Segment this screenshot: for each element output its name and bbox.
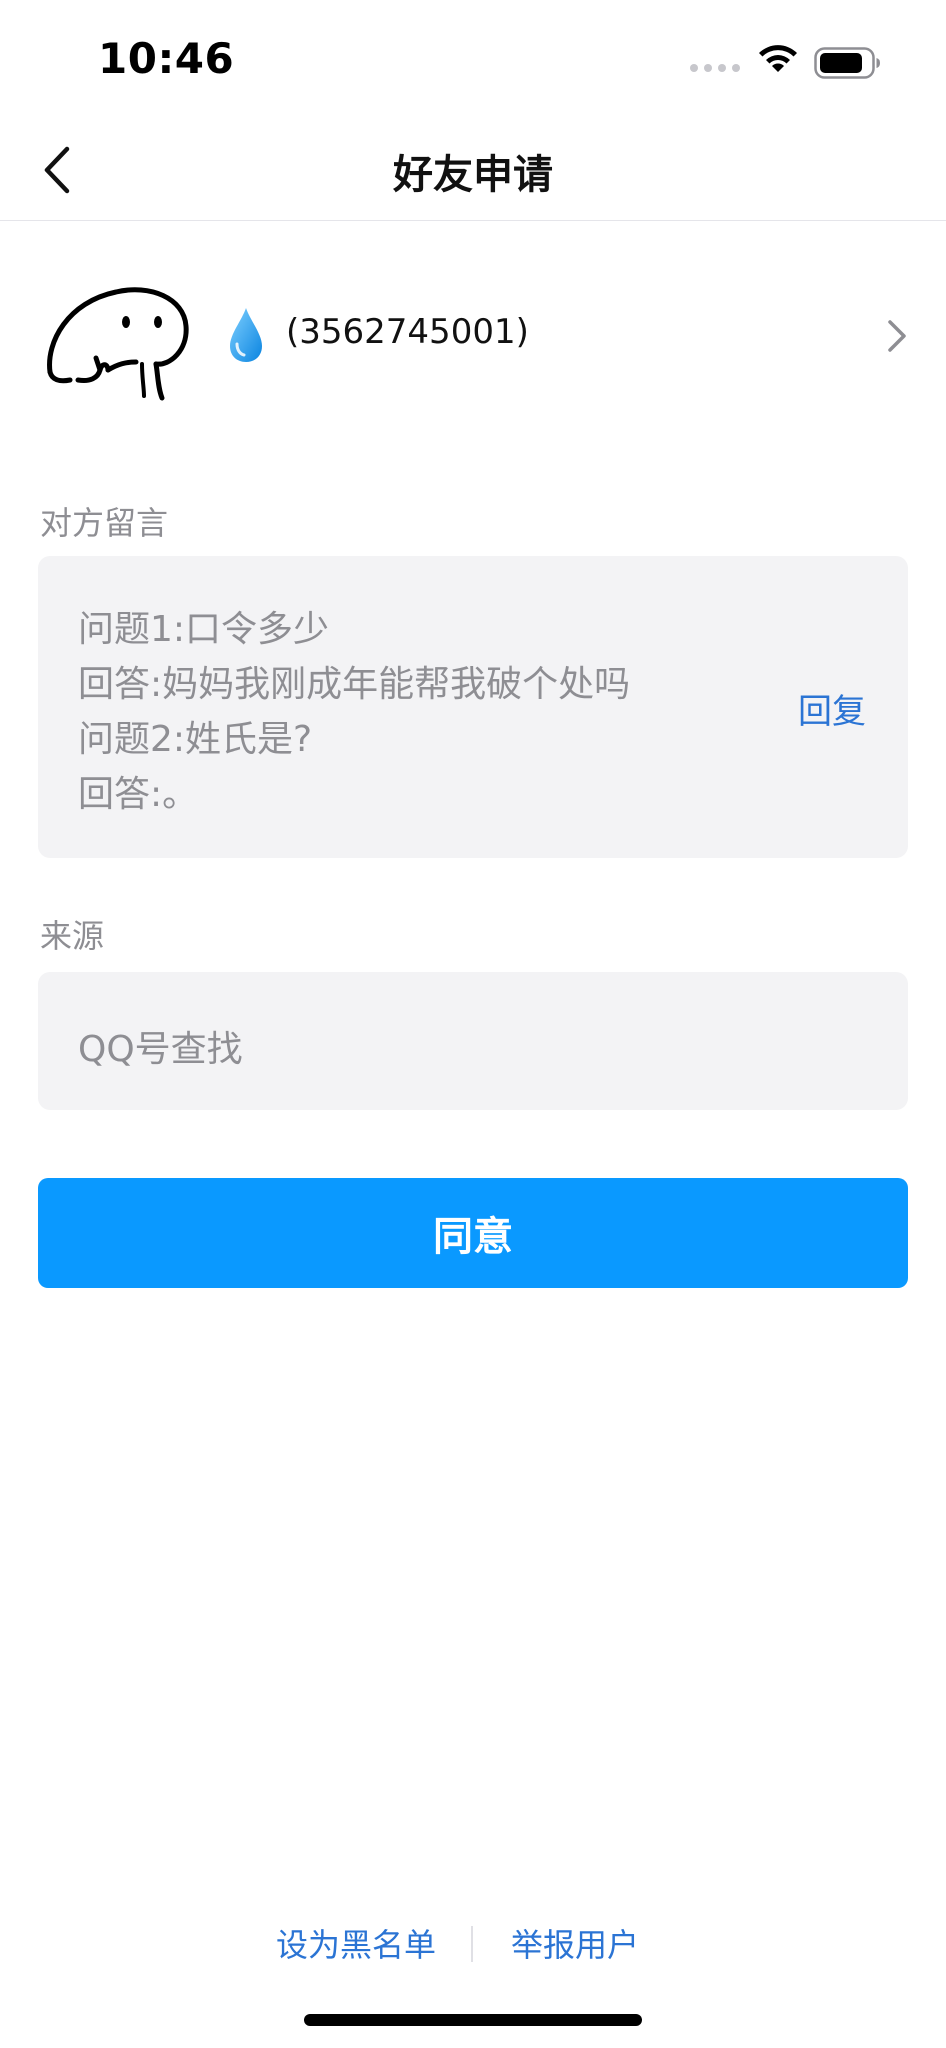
footer-divider [471,1926,473,1962]
agree-button[interactable]: 同意 [38,1178,908,1288]
home-indicator[interactable] [304,2014,642,2026]
avatar[interactable] [38,284,198,404]
status-time: 10:46 [98,34,235,83]
status-bar: 10:46 [0,0,946,120]
message-box: 问题1:口令多少 回答:妈妈我刚成年能帮我破个处吗 问题2:姓氏是? 回答:。 … [38,556,908,858]
message-lines: 问题1:口令多少 回答:妈妈我刚成年能帮我破个处吗 问题2:姓氏是? 回答:。 [78,602,630,822]
blacklist-link[interactable]: 设为黑名单 [276,1920,436,1966]
cellular-signal-icon [690,64,740,72]
message-line: 问题2:姓氏是? [78,719,313,760]
source-section-label: 来源 [40,917,105,955]
footer-links: 设为黑名单 举报用户 [0,1920,946,1970]
message-line: 回答:。 [78,774,199,815]
source-value: QQ号查找 [78,1029,243,1070]
message-line: 回答:妈妈我刚成年能帮我破个处吗 [78,664,631,705]
message-line: 问题1:口令多少 [78,609,330,650]
battery-icon [814,47,880,79]
droplet-icon [230,308,262,362]
reply-button[interactable]: 回复 [798,684,866,733]
message-section-label: 对方留言 [40,504,169,542]
profile-row[interactable]: (3562745001) [0,260,946,410]
chevron-right-icon [888,320,906,352]
profile-name: (3562745001) [286,312,529,352]
report-user-link[interactable]: 举报用户 [511,1920,639,1966]
source-box: QQ号查找 [38,972,908,1110]
navigation-bar: 好友申请 [0,120,946,221]
page-title: 好友申请 [393,152,553,198]
wifi-icon [759,45,797,72]
